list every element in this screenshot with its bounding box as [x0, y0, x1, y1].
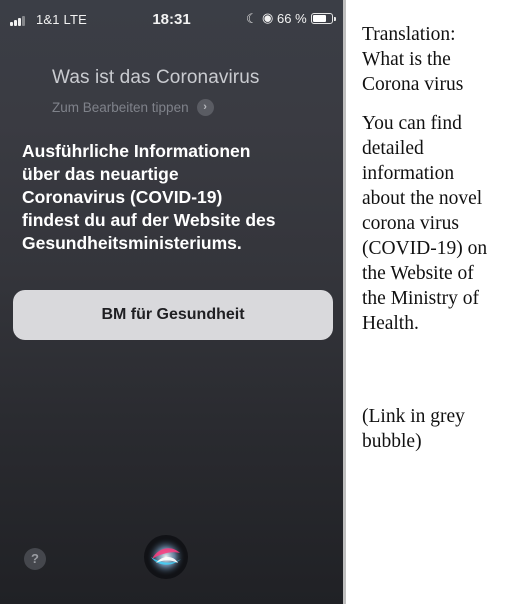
translation-panel: Translation: What is the Corona virus Yo…	[362, 22, 530, 454]
translation-body-line: information	[362, 163, 455, 184]
answer-line: Ausführliche Informationen	[22, 141, 251, 161]
chevron-right-icon[interactable]: ›	[196, 99, 214, 116]
answer-line: findest du auf der Website des	[22, 210, 276, 230]
battery-percentage: 66 %	[277, 11, 307, 26]
translation-body-line: Health.	[362, 313, 419, 334]
translation-body-line: You can find	[362, 113, 462, 134]
battery-fill	[313, 15, 326, 22]
translation-note: (Link in grey bubble)	[362, 404, 530, 454]
battery-nub	[334, 17, 336, 21]
translation-heading-line: Corona virus	[362, 74, 464, 95]
orientation-lock-icon: ◉	[262, 10, 274, 25]
answer-line: Gesundheitsministeriums.	[22, 233, 242, 253]
battery-icon	[311, 13, 336, 24]
status-bar: 1&1 LTE 18:31 ☾ ◉ 66 %	[0, 0, 343, 38]
answer-line: Coronavirus (COVID-19)	[22, 187, 223, 207]
help-button[interactable]: ?	[24, 548, 46, 570]
translation-note-line: (Link in grey	[362, 406, 465, 427]
siri-query: Was ist das Coronavirus	[52, 67, 260, 88]
screenshot-frame: 1&1 LTE 18:31 ☾ ◉ 66 % Was ist das Coron…	[0, 0, 532, 604]
ministry-link-label[interactable]: BM für Gesundheit	[101, 306, 244, 324]
screenshot-divider	[343, 0, 346, 604]
translation-heading-line: What is the	[362, 49, 451, 70]
translation-body-line: detailed	[362, 138, 424, 159]
translation-body-line: the Ministry of	[362, 288, 479, 309]
answer-line: über das neuartige	[22, 164, 179, 184]
translation-body-line: (COVID-19) on	[362, 238, 488, 259]
moon-icon: ☾	[246, 11, 258, 26]
translation-heading-line: Translation:	[362, 24, 456, 45]
translation-note-line: bubble)	[362, 431, 422, 452]
translation-spacer	[362, 350, 530, 404]
translation-body-line: corona virus	[362, 213, 459, 234]
translation-body-line: about the novel	[362, 188, 483, 209]
translation-body-line: the Website of	[362, 263, 474, 284]
edit-query-row[interactable]: Zum Bearbeiten tippen ›	[52, 99, 214, 116]
phone-screen: 1&1 LTE 18:31 ☾ ◉ 66 % Was ist das Coron…	[0, 0, 343, 604]
edit-hint-label[interactable]: Zum Bearbeiten tippen	[52, 100, 189, 115]
ministry-link-button[interactable]: BM für Gesundheit	[13, 290, 333, 340]
translation-heading: Translation: What is the Corona virus	[362, 22, 530, 97]
siri-orb-icon[interactable]	[142, 533, 190, 581]
translation-body: You can find detailed information about …	[362, 111, 530, 336]
siri-answer: Ausführliche Informationen über das neua…	[22, 140, 332, 255]
